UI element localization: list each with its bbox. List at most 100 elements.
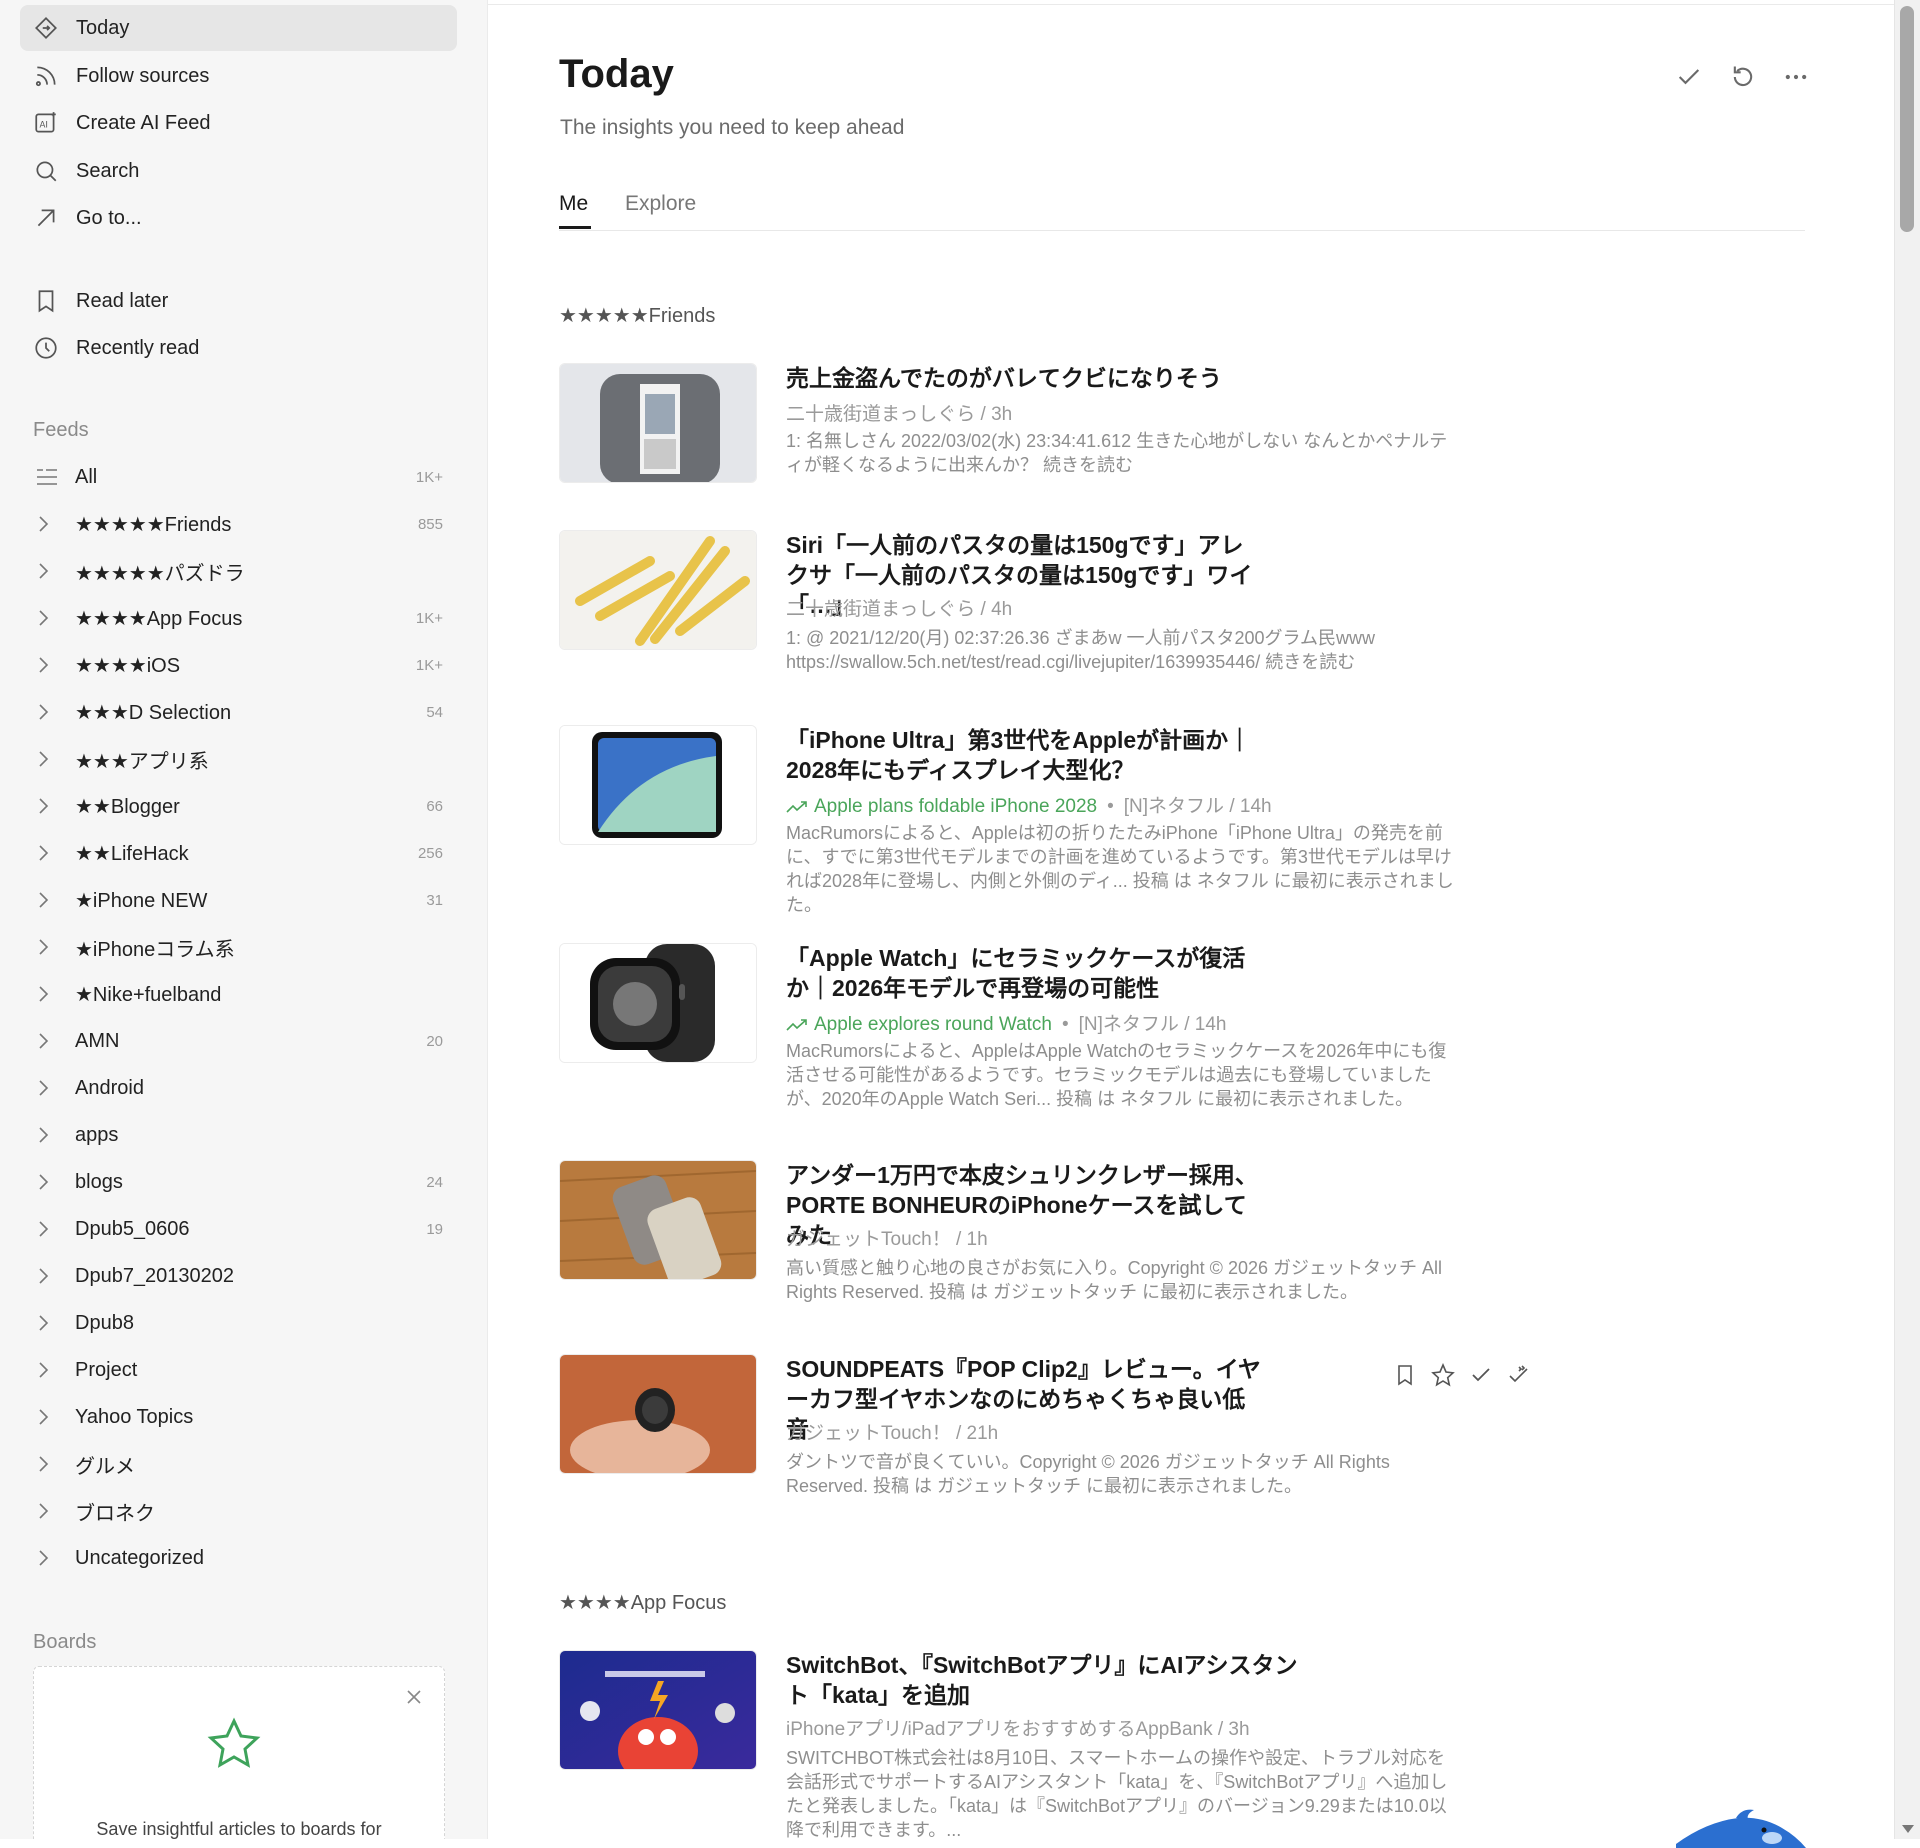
article-summary: 1: 名無しさん 2022/03/02(水) 23:34:41.612 生きた心… <box>786 431 1448 475</box>
mark-read-button[interactable] <box>1468 1362 1494 1388</box>
feed-folder[interactable]: ★★★D Selection 54 <box>20 690 457 734</box>
article-thumbnail <box>559 363 757 483</box>
meta-separator: • <box>1107 796 1114 817</box>
chevron-right-icon[interactable] <box>36 656 60 674</box>
nav-go-to[interactable]: Go to... <box>20 195 457 241</box>
nav-create-ai-feed[interactable]: AI Create AI Feed <box>20 100 457 146</box>
scroll-down-arrow[interactable] <box>1902 1825 1914 1833</box>
nav-read-later-label: Read later <box>76 289 169 312</box>
chevron-right-icon[interactable] <box>36 985 60 1003</box>
star-button[interactable] <box>1430 1362 1456 1388</box>
refresh-button[interactable] <box>1726 60 1760 94</box>
feed-folder[interactable]: ★Nike+fuelband <box>20 972 457 1016</box>
feed-folder[interactable]: ★★★★★パズドラ <box>20 549 457 593</box>
feed-folder[interactable]: ★★LifeHack 256 <box>20 831 457 875</box>
article-title[interactable]: 売上金盗んでたのがバレてクビになりそう <box>786 363 1326 393</box>
article-thumbnail <box>559 1650 757 1770</box>
feed-folder-label: Project <box>75 1358 138 1381</box>
feed-folder[interactable]: ★★★★★Friends 855 <box>20 502 457 546</box>
feed-folder[interactable]: ★★Blogger 66 <box>20 784 457 828</box>
tab-explore[interactable]: Explore <box>625 192 696 216</box>
feed-all[interactable]: All 1K+ <box>20 455 457 499</box>
chevron-right-icon[interactable] <box>36 938 60 956</box>
feed-folder[interactable]: グルメ <box>20 1442 457 1486</box>
clock-icon <box>32 334 60 362</box>
chevron-right-icon[interactable] <box>36 1079 60 1097</box>
article-title[interactable]: 「iPhone Ultra」第3世代をAppleが計画か｜2028年にもディスプ… <box>786 725 1266 785</box>
bookmark-button[interactable] <box>1392 1362 1418 1388</box>
trending-topic[interactable]: Apple explores round Watch <box>786 1014 1052 1035</box>
article-item[interactable]: 「iPhone Ultra」第3世代をAppleが計画か｜2028年にもディスプ… <box>559 725 1459 915</box>
nav-search[interactable]: Search <box>20 148 457 194</box>
article-title[interactable]: SwitchBot、『SwitchBotアプリ』にAIアシスタント「kata」を… <box>786 1650 1306 1710</box>
feed-folder[interactable]: Yahoo Topics <box>20 1395 457 1439</box>
feed-folder[interactable]: Android <box>20 1066 457 1110</box>
scrollbar-thumb[interactable] <box>1900 6 1914 232</box>
chevron-right-icon[interactable] <box>36 797 60 815</box>
nav-recently-read-label: Recently read <box>76 336 200 359</box>
chevron-right-icon[interactable] <box>36 891 60 909</box>
feed-folder[interactable]: apps <box>20 1113 457 1157</box>
article-item[interactable]: SwitchBot、『SwitchBotアプリ』にAIアシスタント「kata」を… <box>559 1650 1459 1840</box>
feed-folder[interactable]: Project <box>20 1348 457 1392</box>
chevron-right-icon[interactable] <box>36 1267 60 1285</box>
article-source: iPhoneアプリ/iPadアプリをおすすめするAppBank / 3h <box>786 1719 1250 1740</box>
chevron-right-icon[interactable] <box>36 1361 60 1379</box>
scrollbar[interactable] <box>1894 0 1920 1839</box>
article-source-label: [N]ネタフル / 14h <box>1123 796 1272 817</box>
mark-all-read-button[interactable] <box>1672 60 1706 94</box>
unread-count: 1K+ <box>415 656 443 674</box>
more-options-button[interactable] <box>1779 60 1813 94</box>
chevron-right-icon[interactable] <box>36 1502 60 1520</box>
feed-folder[interactable]: blogs 24 <box>20 1160 457 1204</box>
mark-above-read-button[interactable] <box>1506 1362 1532 1388</box>
feed-folder-label: Uncategorized <box>75 1546 204 1569</box>
nav-recently-read[interactable]: Recently read <box>20 325 457 371</box>
feed-folder[interactable]: Dpub5_0606 19 <box>20 1207 457 1251</box>
feed-folder[interactable]: ★★★アプリ系 <box>20 737 457 781</box>
feed-folder[interactable]: ★iPhoneコラム系 <box>20 925 457 969</box>
chevron-right-icon[interactable] <box>36 1314 60 1332</box>
feed-folder[interactable]: ブロネク <box>20 1489 457 1533</box>
nav-today[interactable]: Today <box>20 5 457 51</box>
chevron-right-icon[interactable] <box>36 515 60 533</box>
article-item[interactable]: Siri「一人前のパスタの量は150gです」アレクサ「一人前のパスタの量は150… <box>559 530 1459 700</box>
feed-folder[interactable]: ★★★★App Focus 1K+ <box>20 596 457 640</box>
chevron-right-icon[interactable] <box>36 562 60 580</box>
tab-me[interactable]: Me <box>559 192 588 216</box>
article-item[interactable]: アンダー1万円で本皮シュリンクレザー採用、PORTE BONHEURのiPhon… <box>559 1160 1459 1330</box>
nav-search-label: Search <box>76 159 140 182</box>
close-icon[interactable] <box>404 1687 424 1707</box>
chevron-right-icon[interactable] <box>36 1549 60 1567</box>
chevron-right-icon[interactable] <box>36 1408 60 1426</box>
group-label: ★★★★App Focus <box>559 1592 727 1614</box>
feed-folder[interactable]: ★★★★iOS 1K+ <box>20 643 457 687</box>
top-divider <box>488 4 1894 5</box>
chevron-right-icon[interactable] <box>36 1220 60 1238</box>
feed-folder[interactable]: Dpub7_20130202 <box>20 1254 457 1298</box>
article-item[interactable]: 「Apple Watch」にセラミックケースが復活か｜2026年モデルで再登場の… <box>559 943 1459 1133</box>
trending-topic[interactable]: Apple plans foldable iPhone 2028 <box>786 796 1097 817</box>
feed-folder[interactable]: Uncategorized <box>20 1536 457 1580</box>
chevron-right-icon[interactable] <box>36 1032 60 1050</box>
article-item[interactable]: 売上金盗んでたのがバレてクビになりそう 二十歳街道まっしぐら / 3h 1: 名… <box>559 363 1459 503</box>
article-item[interactable]: SOUNDPEATS『POP Clip2』レビュー。イヤーカフ型イヤホンなのにめ… <box>559 1354 1528 1514</box>
chevron-right-icon[interactable] <box>36 609 60 627</box>
trending-up-icon <box>786 1019 807 1031</box>
feed-folder[interactable]: ★iPhone NEW 31 <box>20 878 457 922</box>
chevron-right-icon[interactable] <box>36 750 60 768</box>
chevron-right-icon[interactable] <box>36 844 60 862</box>
feed-folder[interactable]: AMN 20 <box>20 1019 457 1063</box>
chevron-right-icon[interactable] <box>36 1173 60 1191</box>
nav-read-later[interactable]: Read later <box>20 278 457 324</box>
nav-follow-sources[interactable]: Follow sources <box>20 53 457 99</box>
chevron-right-icon[interactable] <box>36 1126 60 1144</box>
article-source-label: [N]ネタフル / 14h <box>1078 1014 1227 1035</box>
article-summary: MacRumorsによると、Appleは初の折りたたみiPhone「iPhone… <box>786 823 1454 915</box>
rss-icon <box>32 62 60 90</box>
feed-folder[interactable]: Dpub8 <box>20 1301 457 1345</box>
chevron-right-icon[interactable] <box>36 1455 60 1473</box>
article-title[interactable]: 「Apple Watch」にセラミックケースが復活か｜2026年モデルで再登場の… <box>786 943 1266 1003</box>
feed-all-label: All <box>75 465 98 488</box>
chevron-right-icon[interactable] <box>36 703 60 721</box>
